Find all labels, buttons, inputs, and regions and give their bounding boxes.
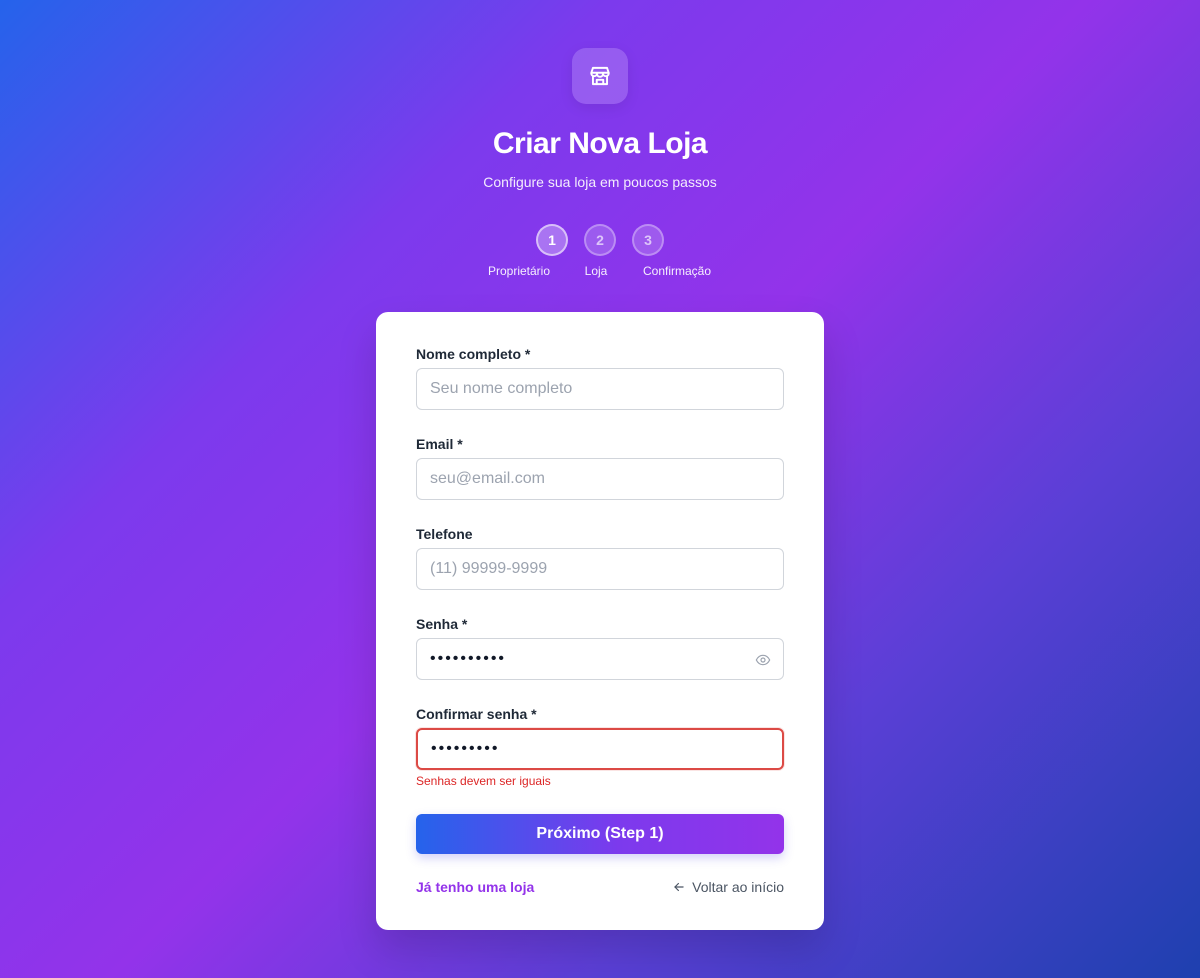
page-subtitle: Configure sua loja em poucos passos [483,174,717,190]
store-icon [590,66,610,86]
signup-form-card: Nome completo * Email * Telefone Senha *… [376,312,824,930]
back-to-home-link[interactable]: Voltar ao início [672,879,784,895]
step-3-indicator: 3 [632,224,664,256]
confirm-password-input[interactable] [416,728,784,770]
password-mismatch-error: Senhas devem ser iguais [416,774,551,788]
email-input[interactable] [416,458,784,500]
eye-icon[interactable] [754,651,772,669]
name-label: Nome completo * [416,346,531,362]
password-label: Senha * [416,616,468,632]
logo-badge [572,48,628,104]
back-link-label: Voltar ao início [692,879,784,895]
page-title: Criar Nova Loja [492,127,708,160]
arrow-left-icon [674,882,684,892]
email-label: Email * [416,436,463,452]
next-step-button[interactable]: Próximo (Step 1) [416,814,784,854]
phone-label: Telefone [416,526,473,542]
step-2-label: Loja [584,264,608,278]
existing-store-link[interactable]: Já tenho uma loja [416,879,534,895]
step-1-label: Proprietário [487,264,551,278]
confirm-password-label: Confirmar senha * [416,706,537,722]
step-3-label: Confirmação [642,264,712,278]
name-input[interactable] [416,368,784,410]
step-1-indicator: 1 [536,224,568,256]
phone-input[interactable] [416,548,784,590]
password-input[interactable] [416,638,784,680]
step-2-indicator: 2 [584,224,616,256]
